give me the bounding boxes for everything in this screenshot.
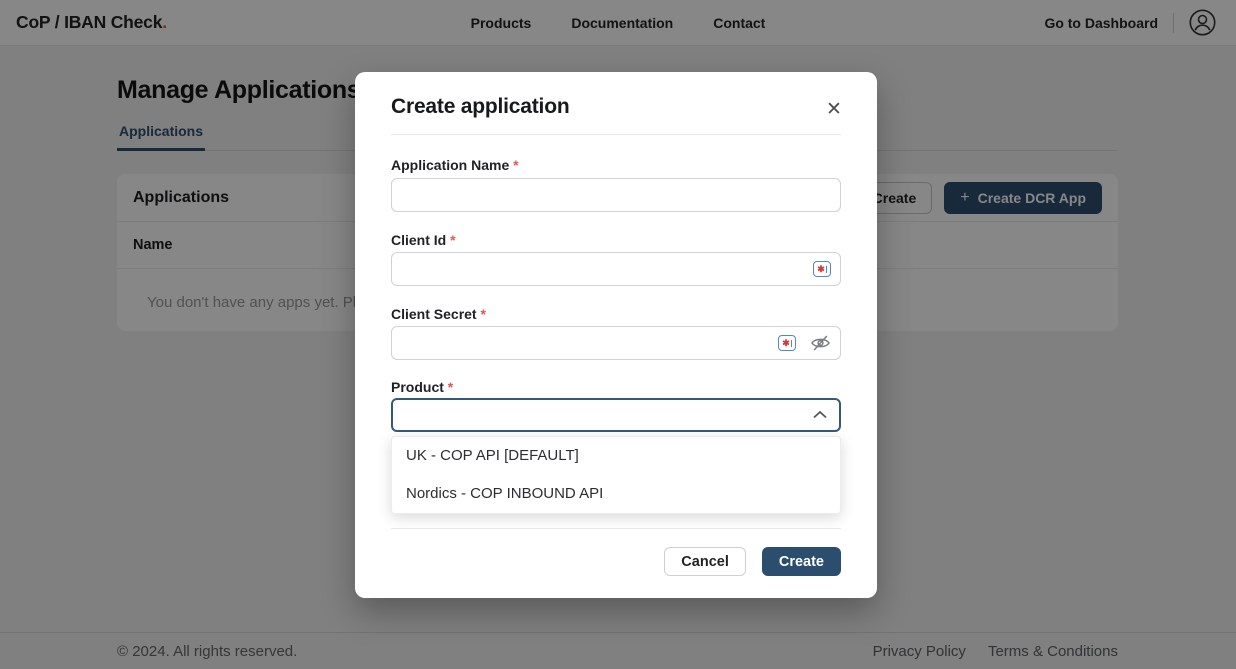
eye-off-icon[interactable] xyxy=(810,334,831,352)
close-icon[interactable]: ✕ xyxy=(823,98,845,120)
client-secret-wrap: ✱ xyxy=(391,326,841,360)
app-screen: CoP / IBAN Check. Products Documentation… xyxy=(0,0,1236,669)
client-secret-input[interactable] xyxy=(391,326,841,360)
required-marker: * xyxy=(513,157,518,173)
product-dropdown-list: UK - COP API [DEFAULT] Nordics - COP INB… xyxy=(391,436,841,514)
required-marker: * xyxy=(450,232,455,248)
client-secret-label: Client Secret * xyxy=(391,305,841,323)
client-id-label: Client Id * xyxy=(391,231,841,249)
cancel-button[interactable]: Cancel xyxy=(664,547,746,576)
required-marker: * xyxy=(480,306,485,322)
required-marker: * xyxy=(448,379,453,395)
product-label: Product * xyxy=(391,378,841,396)
product-select[interactable] xyxy=(391,398,841,432)
client-id-wrap: ✱ xyxy=(391,252,841,286)
application-name-input[interactable] xyxy=(391,178,841,212)
client-secret-icons: ✱ xyxy=(778,334,831,352)
password-manager-autofill-icon[interactable]: ✱ xyxy=(813,261,831,277)
application-name-wrap xyxy=(391,178,841,212)
chevron-up-icon xyxy=(813,411,827,419)
client-id-input[interactable] xyxy=(391,252,841,286)
dropdown-option-nordics-cop-inbound-api[interactable]: Nordics - COP INBOUND API xyxy=(392,475,840,513)
application-name-label: Application Name * xyxy=(391,156,841,174)
modal-footer: Cancel Create xyxy=(391,547,841,576)
dropdown-option-uk-cop-api[interactable]: UK - COP API [DEFAULT] xyxy=(392,437,840,475)
modal-create-button[interactable]: Create xyxy=(762,547,841,576)
create-application-modal: Create application ✕ Application Name * … xyxy=(355,72,877,598)
modal-footer-divider xyxy=(391,528,841,529)
modal-header-divider xyxy=(391,134,841,135)
client-id-icons: ✱ xyxy=(813,261,831,277)
password-manager-autofill-icon[interactable]: ✱ xyxy=(778,335,796,351)
modal-title: Create application xyxy=(391,72,841,120)
